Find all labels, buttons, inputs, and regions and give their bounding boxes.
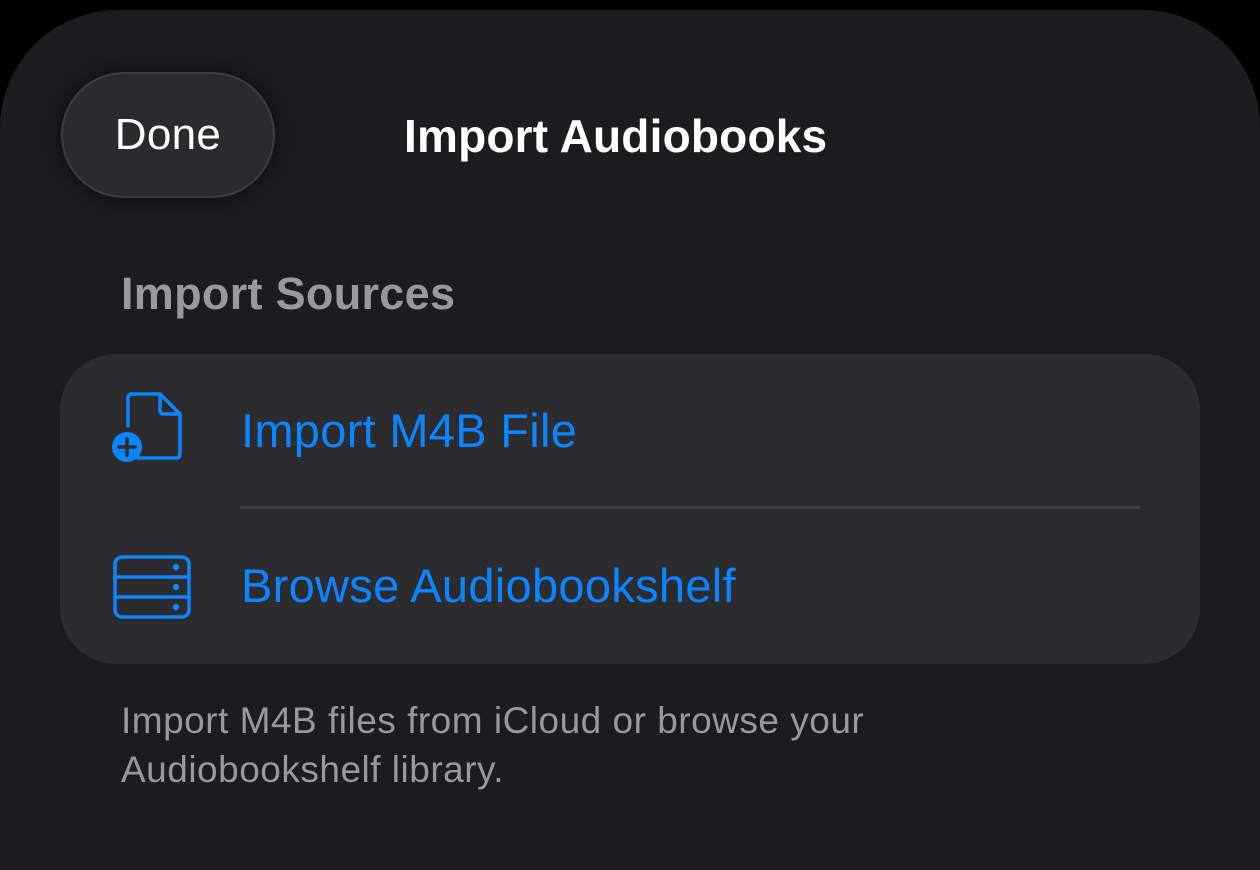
browse-audiobookshelf-row[interactable]: Browse Audiobookshelf [60,509,1200,664]
section-header-import-sources: Import Sources [121,268,456,319]
browse-audiobookshelf-label: Browse Audiobookshelf [241,559,736,612]
server-rack-icon [112,554,192,620]
import-m4b-file-row[interactable]: Import M4B File [60,354,1200,509]
import-m4b-file-label: Import M4B File [241,404,578,457]
document-plus-icon [112,390,184,470]
done-button[interactable]: Done [61,72,275,198]
section-footer: Import M4B files from iCloud or browse y… [121,700,865,790]
done-button-label: Done [114,110,222,159]
import-audiobooks-sheet: Done Import Audiobooks Import Sources Im… [0,10,1260,870]
import-sources-list: Import M4B File Browse Audiobookshelf [60,354,1200,664]
page-title: Import Audiobooks [404,110,828,162]
